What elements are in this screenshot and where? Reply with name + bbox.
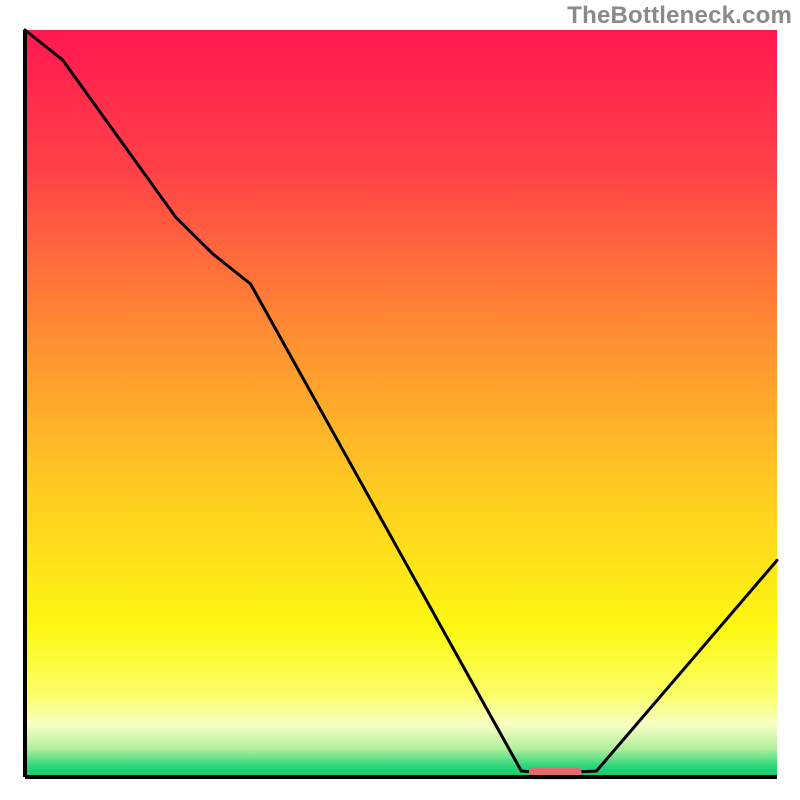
chart-container: TheBottleneck.com [0, 0, 800, 800]
bottleneck-chart [0, 0, 800, 800]
watermark-text: TheBottleneck.com [567, 2, 792, 30]
plot-background [25, 30, 777, 777]
